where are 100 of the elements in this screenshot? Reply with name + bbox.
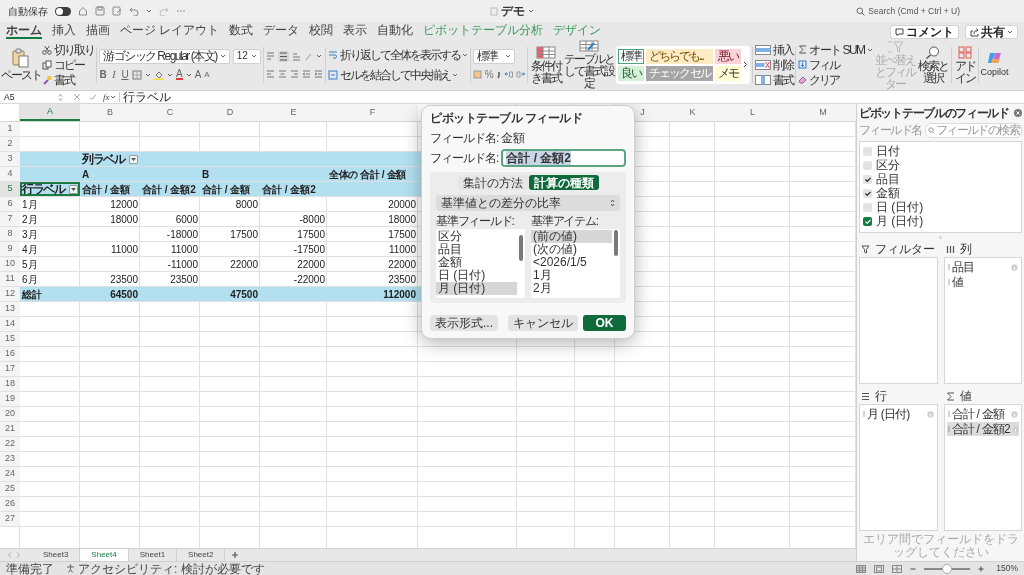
row-header[interactable]: 24 xyxy=(0,467,20,481)
find-select-button[interactable]: 検索と選択 xyxy=(916,45,949,84)
checkbox[interactable] xyxy=(863,147,872,156)
row-header[interactable]: 15 xyxy=(0,332,20,346)
field-label[interactable]: 品目 xyxy=(876,173,900,186)
ribbon-tab[interactable]: データ xyxy=(263,24,300,39)
ribbon-tab[interactable]: 自動化 xyxy=(377,24,414,39)
list-item[interactable]: 品目 xyxy=(436,243,517,256)
checkbox[interactable] xyxy=(863,175,872,184)
cell-style-option[interactable]: 悪い xyxy=(715,48,742,64)
column-header[interactable]: C xyxy=(140,104,200,121)
field-row[interactable]: 日付 xyxy=(863,145,1018,158)
segment-tab[interactable]: 計算の種類 xyxy=(528,175,599,190)
area-field-chip[interactable]: 合計 / 金額2 xyxy=(946,422,1019,436)
fill-button[interactable]: フィル xyxy=(798,58,873,71)
normal-view-icon[interactable] xyxy=(856,564,867,573)
filter-dropdown-button[interactable] xyxy=(129,154,138,164)
close-icon[interactable] xyxy=(1014,109,1022,117)
shrink-font-button[interactable]: A xyxy=(204,68,210,81)
format-as-table-button[interactable]: テーブルとして書式設定 xyxy=(562,40,615,89)
row-header[interactable]: 9 xyxy=(0,242,20,256)
ribbon-tab[interactable]: 挿入 xyxy=(52,24,76,39)
ribbon-tab[interactable]: 校閲 xyxy=(309,24,334,39)
area-field-chip[interactable]: 値 xyxy=(946,275,1019,289)
italic-button[interactable]: I xyxy=(110,68,118,81)
row-header[interactable]: 25 xyxy=(0,482,20,496)
save-icon[interactable] xyxy=(95,6,105,16)
function-button[interactable]: fx xyxy=(103,92,110,102)
cell-format-button[interactable]: 書式 xyxy=(755,73,794,86)
share-button[interactable]: 共有 xyxy=(965,25,1018,39)
row-header[interactable]: 10 xyxy=(0,257,20,271)
bold-button[interactable]: B xyxy=(99,68,107,81)
checkbox[interactable] xyxy=(863,189,872,198)
zoom-percent[interactable]: 150% xyxy=(992,564,1018,573)
row-header[interactable]: 20 xyxy=(0,407,20,421)
field-label[interactable]: 日 (日付) xyxy=(876,201,924,214)
field-name-input[interactable]: 合計 / 金額2 xyxy=(501,149,626,167)
list-item[interactable]: <2026/1/5 xyxy=(531,256,612,269)
list-item[interactable]: 金額 xyxy=(436,256,517,269)
percent-button[interactable]: % xyxy=(484,68,494,81)
insert-cells-button[interactable]: 挿入 xyxy=(755,43,794,56)
page-layout-icon[interactable] xyxy=(874,564,885,573)
number-format-dropdown[interactable]: 標準 xyxy=(472,48,515,64)
increase-decimal-icon[interactable] xyxy=(503,70,513,79)
field-label[interactable]: 区分 xyxy=(876,159,900,172)
cell-style-option[interactable]: どちらでも... xyxy=(645,48,714,64)
info-icon[interactable] xyxy=(1011,263,1018,271)
font-color-button[interactable]: A xyxy=(176,69,183,80)
filter-dropdown-button[interactable] xyxy=(69,184,78,194)
next-sheet-icon[interactable] xyxy=(14,551,22,559)
copy-button[interactable]: コピー xyxy=(42,58,94,71)
info-icon[interactable] xyxy=(926,410,934,418)
column-header[interactable]: D xyxy=(200,104,260,121)
row-header[interactable]: 22 xyxy=(0,437,20,451)
field-label[interactable]: 金額 xyxy=(876,187,900,200)
ribbon-tab[interactable]: 描画 xyxy=(86,24,110,39)
info-icon[interactable] xyxy=(1011,410,1018,418)
ribbon-tab[interactable]: ページ レイアウト xyxy=(120,24,220,39)
row-header[interactable]: 23 xyxy=(0,452,20,466)
column-header[interactable]: B xyxy=(80,104,140,121)
align-middle-button[interactable] xyxy=(277,50,289,62)
comment-button[interactable]: コメント xyxy=(890,25,959,39)
align-center-icon[interactable] xyxy=(277,69,287,79)
add-ins-button[interactable]: アドイン xyxy=(953,45,976,84)
dialog-button[interactable]: OK xyxy=(583,315,626,331)
list-item[interactable]: 日 (日付) xyxy=(436,269,517,282)
accounting-icon[interactable] xyxy=(472,70,482,79)
row-header[interactable]: 18 xyxy=(0,377,20,391)
font-size-dropdown[interactable]: 12 xyxy=(232,48,261,64)
field-row[interactable]: 日 (日付) xyxy=(863,201,1018,214)
row-header[interactable]: 17 xyxy=(0,362,20,376)
dialog-button[interactable]: 表示形式... xyxy=(430,315,498,331)
previous-sheet-icon[interactable] xyxy=(6,551,14,559)
format-painter-button[interactable]: 書式 xyxy=(42,73,94,86)
home-icon[interactable] xyxy=(78,6,88,16)
cancel-icon[interactable] xyxy=(73,93,81,101)
enter-icon[interactable] xyxy=(89,93,97,101)
calculation-dropdown[interactable]: 基準値との差分の比率 xyxy=(436,195,620,211)
delete-cells-button[interactable]: 削除 xyxy=(755,58,794,71)
checkbox[interactable] xyxy=(863,203,872,212)
formula-content[interactable]: 行ラベル xyxy=(122,91,171,103)
row-header[interactable]: 19 xyxy=(0,392,20,406)
row-header[interactable]: 21 xyxy=(0,422,20,436)
column-header[interactable]: F xyxy=(327,104,418,121)
decrease-indent-icon[interactable] xyxy=(301,69,311,79)
row-header[interactable]: 5 xyxy=(0,182,20,196)
list-item[interactable]: 1月 xyxy=(531,269,612,282)
zoom-in-icon[interactable] xyxy=(978,565,985,572)
row-header[interactable]: 4 xyxy=(0,167,20,181)
cell-style-option[interactable]: 標準 xyxy=(617,48,644,64)
column-header[interactable]: A xyxy=(20,104,80,121)
undo-icon[interactable] xyxy=(129,6,139,16)
stepper-icon[interactable] xyxy=(58,92,63,102)
cut-button[interactable]: 切り取り xyxy=(42,43,94,56)
field-row[interactable]: 品目 xyxy=(863,173,1018,186)
edit-icon[interactable] xyxy=(112,6,122,16)
row-header[interactable]: 7 xyxy=(0,212,20,226)
search-field[interactable]: Search (Cmd + Ctrl + U) xyxy=(856,4,960,18)
area-field-chip[interactable]: 月 (日付) xyxy=(862,407,935,421)
row-header[interactable]: 13 xyxy=(0,302,20,316)
